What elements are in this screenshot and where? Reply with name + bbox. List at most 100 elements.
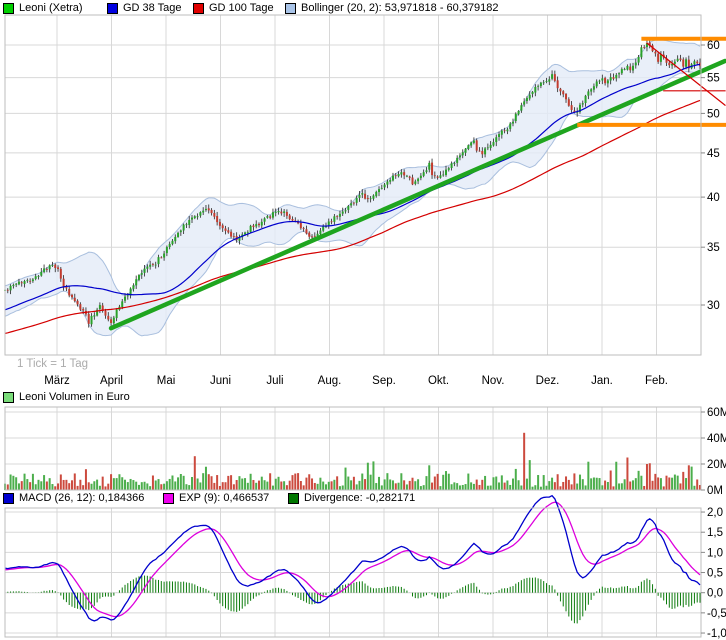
volume-bar: [286, 485, 288, 490]
candle-body: [512, 122, 514, 124]
month-label: März: [44, 375, 70, 387]
candle-body: [7, 290, 9, 291]
candle-body: [478, 151, 480, 152]
candle-body: [51, 265, 53, 266]
volume-bar: [211, 476, 213, 490]
candle-body: [77, 301, 79, 305]
candle-body: [116, 309, 118, 318]
volume-bar: [643, 486, 645, 490]
volume-bar: [353, 477, 355, 490]
candle-body: [110, 319, 112, 323]
candle-body: [71, 295, 73, 297]
candle-body: [632, 66, 634, 71]
volume-bar: [534, 485, 536, 490]
volume-bar: [423, 485, 425, 490]
candle-body: [104, 311, 106, 316]
volume-bar: [60, 474, 62, 490]
volume-bar: [495, 477, 497, 490]
volume-bar: [537, 475, 539, 490]
candle-body: [121, 301, 123, 307]
volume-bar: [615, 462, 617, 490]
volume-bar: [252, 480, 254, 490]
candle-body: [526, 98, 528, 101]
candle-body: [199, 212, 201, 216]
candle-body: [420, 176, 422, 178]
candle-body: [219, 222, 221, 226]
candle-body: [654, 52, 656, 53]
candle-body: [314, 236, 316, 237]
volume-bar: [322, 482, 324, 490]
candle-body: [91, 316, 93, 324]
candle-body: [403, 172, 405, 175]
volume-bar: [618, 483, 620, 490]
volume-bar: [576, 484, 578, 490]
volume-bar: [398, 483, 400, 490]
candle-body: [412, 177, 414, 184]
candle-body: [333, 216, 335, 222]
volume-bar: [568, 480, 570, 490]
volume-bar: [166, 481, 168, 490]
candle-body: [174, 237, 176, 241]
volume-bar: [529, 460, 531, 490]
price-axis-label: 30: [707, 300, 720, 312]
volume-bar: [308, 474, 310, 490]
volume-bar: [501, 475, 503, 490]
volume-bar: [509, 485, 511, 490]
candle-body: [543, 82, 545, 83]
candle-body: [451, 163, 453, 168]
volume-bar: [183, 476, 185, 490]
volume-bar: [174, 481, 176, 490]
volume-bar: [225, 482, 227, 490]
month-label: April: [100, 375, 123, 387]
candle-body: [230, 232, 232, 237]
volume-bar: [635, 478, 637, 490]
volume-bar: [155, 481, 157, 490]
candle-body: [233, 236, 235, 237]
month-label: Juli: [266, 375, 283, 387]
price-axis-label: 50: [707, 108, 720, 120]
volume-bar: [660, 478, 662, 490]
candle-body: [113, 318, 115, 324]
volume-bar: [238, 476, 240, 490]
volume-bar: [420, 486, 422, 490]
candle-body: [24, 281, 26, 284]
candle-body: [537, 86, 539, 87]
volume-bar: [409, 481, 411, 490]
volume-bar: [406, 484, 408, 490]
volume-bar: [646, 464, 648, 490]
volume-bar: [208, 474, 210, 490]
volume-bar: [197, 478, 199, 490]
candle-body: [473, 141, 475, 143]
macd-axis-label: -1,0: [707, 628, 726, 640]
candle-body: [409, 177, 411, 178]
candle-body: [585, 96, 587, 103]
candle-body: [74, 298, 76, 301]
volume-bar: [194, 456, 196, 490]
candle-body: [146, 267, 148, 269]
candle-body: [266, 216, 268, 218]
candle-body: [389, 180, 391, 182]
volume-bar: [138, 485, 140, 490]
volume-bar: [275, 479, 277, 490]
candle-body: [509, 124, 511, 129]
candle-body: [286, 212, 288, 216]
candle-body: [35, 276, 37, 279]
volume-bar: [417, 479, 419, 490]
volume-bar: [604, 481, 606, 490]
candle-body: [378, 189, 380, 192]
candle-body: [202, 211, 204, 213]
volume-bar: [518, 480, 520, 490]
volume-bar: [82, 485, 84, 490]
volume-bar: [345, 468, 347, 490]
volume-bar: [462, 485, 464, 490]
candle-body: [484, 148, 486, 154]
volume-bar: [272, 486, 274, 490]
candle-body: [367, 198, 369, 199]
candle-body: [149, 265, 151, 267]
volume-bar: [484, 476, 486, 490]
candle-body: [565, 94, 567, 99]
candle-body: [481, 151, 483, 154]
candle-body: [255, 224, 257, 226]
volume-bar: [361, 474, 363, 490]
candle-body: [431, 163, 433, 175]
